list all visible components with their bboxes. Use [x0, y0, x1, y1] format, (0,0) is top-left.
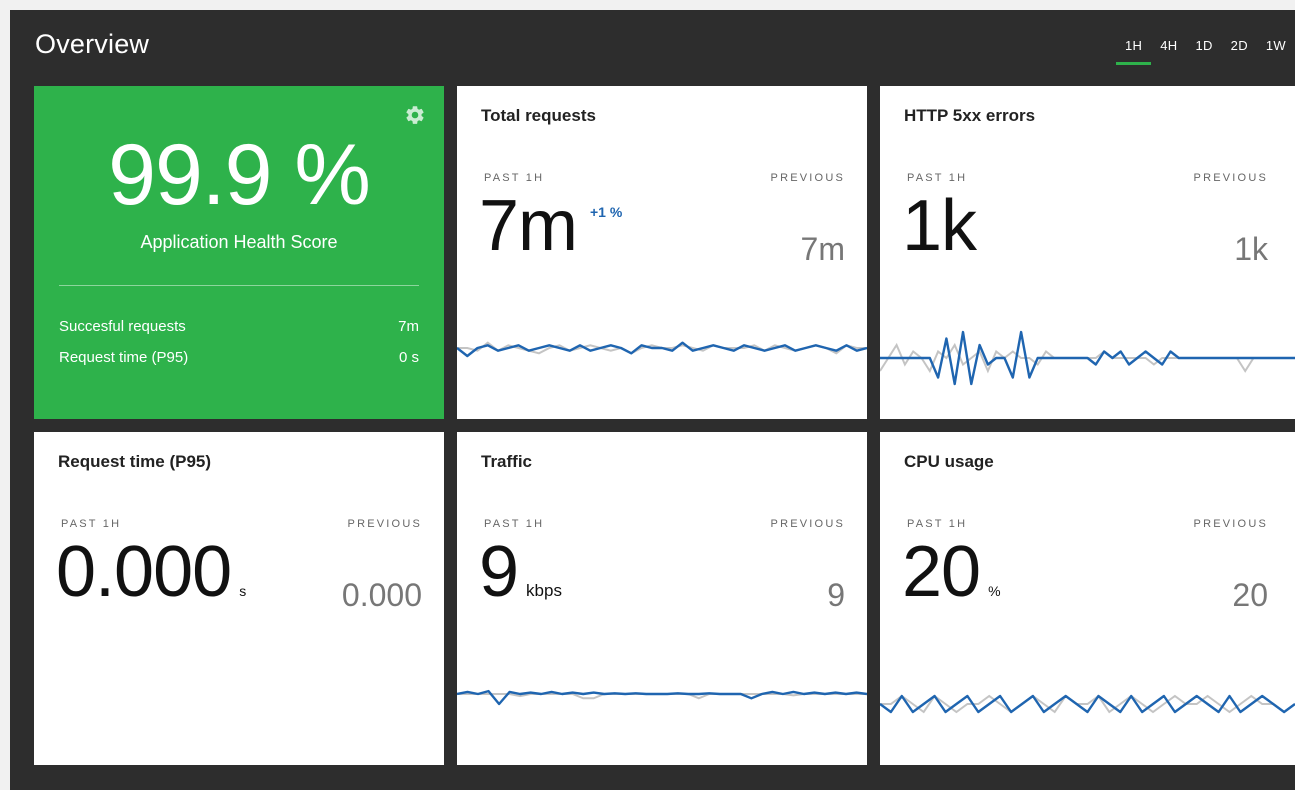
divider	[59, 285, 419, 286]
previous-value: 20	[1232, 577, 1268, 613]
current-number: 9	[479, 532, 519, 612]
stat-value: 7m	[398, 318, 419, 335]
previous-value: 9	[827, 577, 845, 613]
stat-label: Request time (P95)	[59, 349, 189, 366]
current-number: 20	[902, 532, 981, 612]
previous-value: 7m	[800, 231, 845, 267]
tab-1d[interactable]: 1D	[1186, 38, 1221, 65]
card-title: HTTP 5xx errors	[904, 106, 1036, 125]
stat-label: Succesful requests	[59, 318, 186, 335]
tab-1h[interactable]: 1H	[1116, 38, 1152, 65]
change-badge: +1 %	[590, 204, 623, 220]
current-value: 1k	[902, 186, 977, 266]
past-label: PAST 1H	[484, 172, 545, 184]
sparkline-total-requests	[457, 341, 867, 358]
past-label: PAST 1H	[61, 518, 122, 530]
previous-label: PREVIOUS	[770, 518, 845, 530]
previous-label: PREVIOUS	[1193, 172, 1268, 184]
sparkline-http-5xx	[880, 330, 1295, 386]
current-number: 0.000	[56, 532, 232, 612]
tab-2d[interactable]: 2D	[1222, 38, 1257, 65]
past-label: PAST 1H	[907, 172, 968, 184]
cpu-usage-card[interactable]: CPU usage PAST 1H PREVIOUS 20% 20	[880, 432, 1295, 765]
request-time-card[interactable]: Request time (P95) PAST 1H PREVIOUS 0.00…	[34, 432, 444, 765]
card-title: Request time (P95)	[58, 452, 212, 471]
tab-4h[interactable]: 4H	[1151, 38, 1186, 65]
dashboard: Overview 1H 4H 1D 2D 1W 99.9 % Applicati…	[10, 10, 1295, 790]
sparkline-cpu	[880, 694, 1295, 714]
current-series-line	[880, 330, 1295, 386]
traffic-card[interactable]: Traffic PAST 1H PREVIOUS 9 kbps 9	[457, 432, 867, 765]
gear-icon[interactable]	[404, 104, 426, 126]
previous-label: PREVIOUS	[347, 518, 422, 530]
card-title: Traffic	[481, 452, 533, 471]
previous-label: PREVIOUS	[1193, 518, 1268, 530]
health-score-label: Application Health Score	[140, 232, 338, 252]
stat-request-time: Request time (P95) 0 s	[59, 349, 419, 366]
card-title: Total requests	[481, 106, 596, 125]
http-5xx-card[interactable]: HTTP 5xx errors PAST 1H PREVIOUS 1k 1k	[880, 86, 1295, 419]
unit-label: %	[988, 583, 1001, 599]
current-value: 7m	[479, 186, 578, 266]
previous-value: 1k	[1234, 231, 1268, 267]
previous-label: PREVIOUS	[770, 172, 845, 184]
past-label: PAST 1H	[484, 518, 545, 530]
card-title: CPU usage	[904, 452, 994, 471]
previous-series-line	[880, 694, 1295, 714]
current-series-line	[457, 689, 867, 706]
unit-label: kbps	[526, 581, 562, 600]
stat-successful-requests: Succesful requests 7m	[59, 318, 419, 335]
tab-1w[interactable]: 1W	[1257, 38, 1295, 65]
time-range-tabs: 1H 4H 1D 2D 1W	[1116, 38, 1295, 65]
current-value: 0.000 s	[56, 536, 246, 608]
current-value: 9 kbps	[479, 536, 562, 608]
previous-value: 0.000	[341, 577, 422, 613]
health-score-card: 99.9 % Application Health Score Succesfu…	[34, 86, 444, 419]
unit-label: s	[239, 583, 247, 599]
stat-value: 0 s	[398, 349, 419, 366]
sparkline-traffic	[457, 689, 867, 706]
health-score-value: 99.9 %	[108, 127, 371, 223]
past-label: PAST 1H	[907, 518, 968, 530]
total-requests-card[interactable]: Total requests PAST 1H PREVIOUS 7m +1 % …	[457, 86, 867, 419]
current-value: 20%	[902, 536, 1001, 608]
current-series-line	[457, 341, 867, 358]
page-title: Overview	[35, 29, 150, 59]
